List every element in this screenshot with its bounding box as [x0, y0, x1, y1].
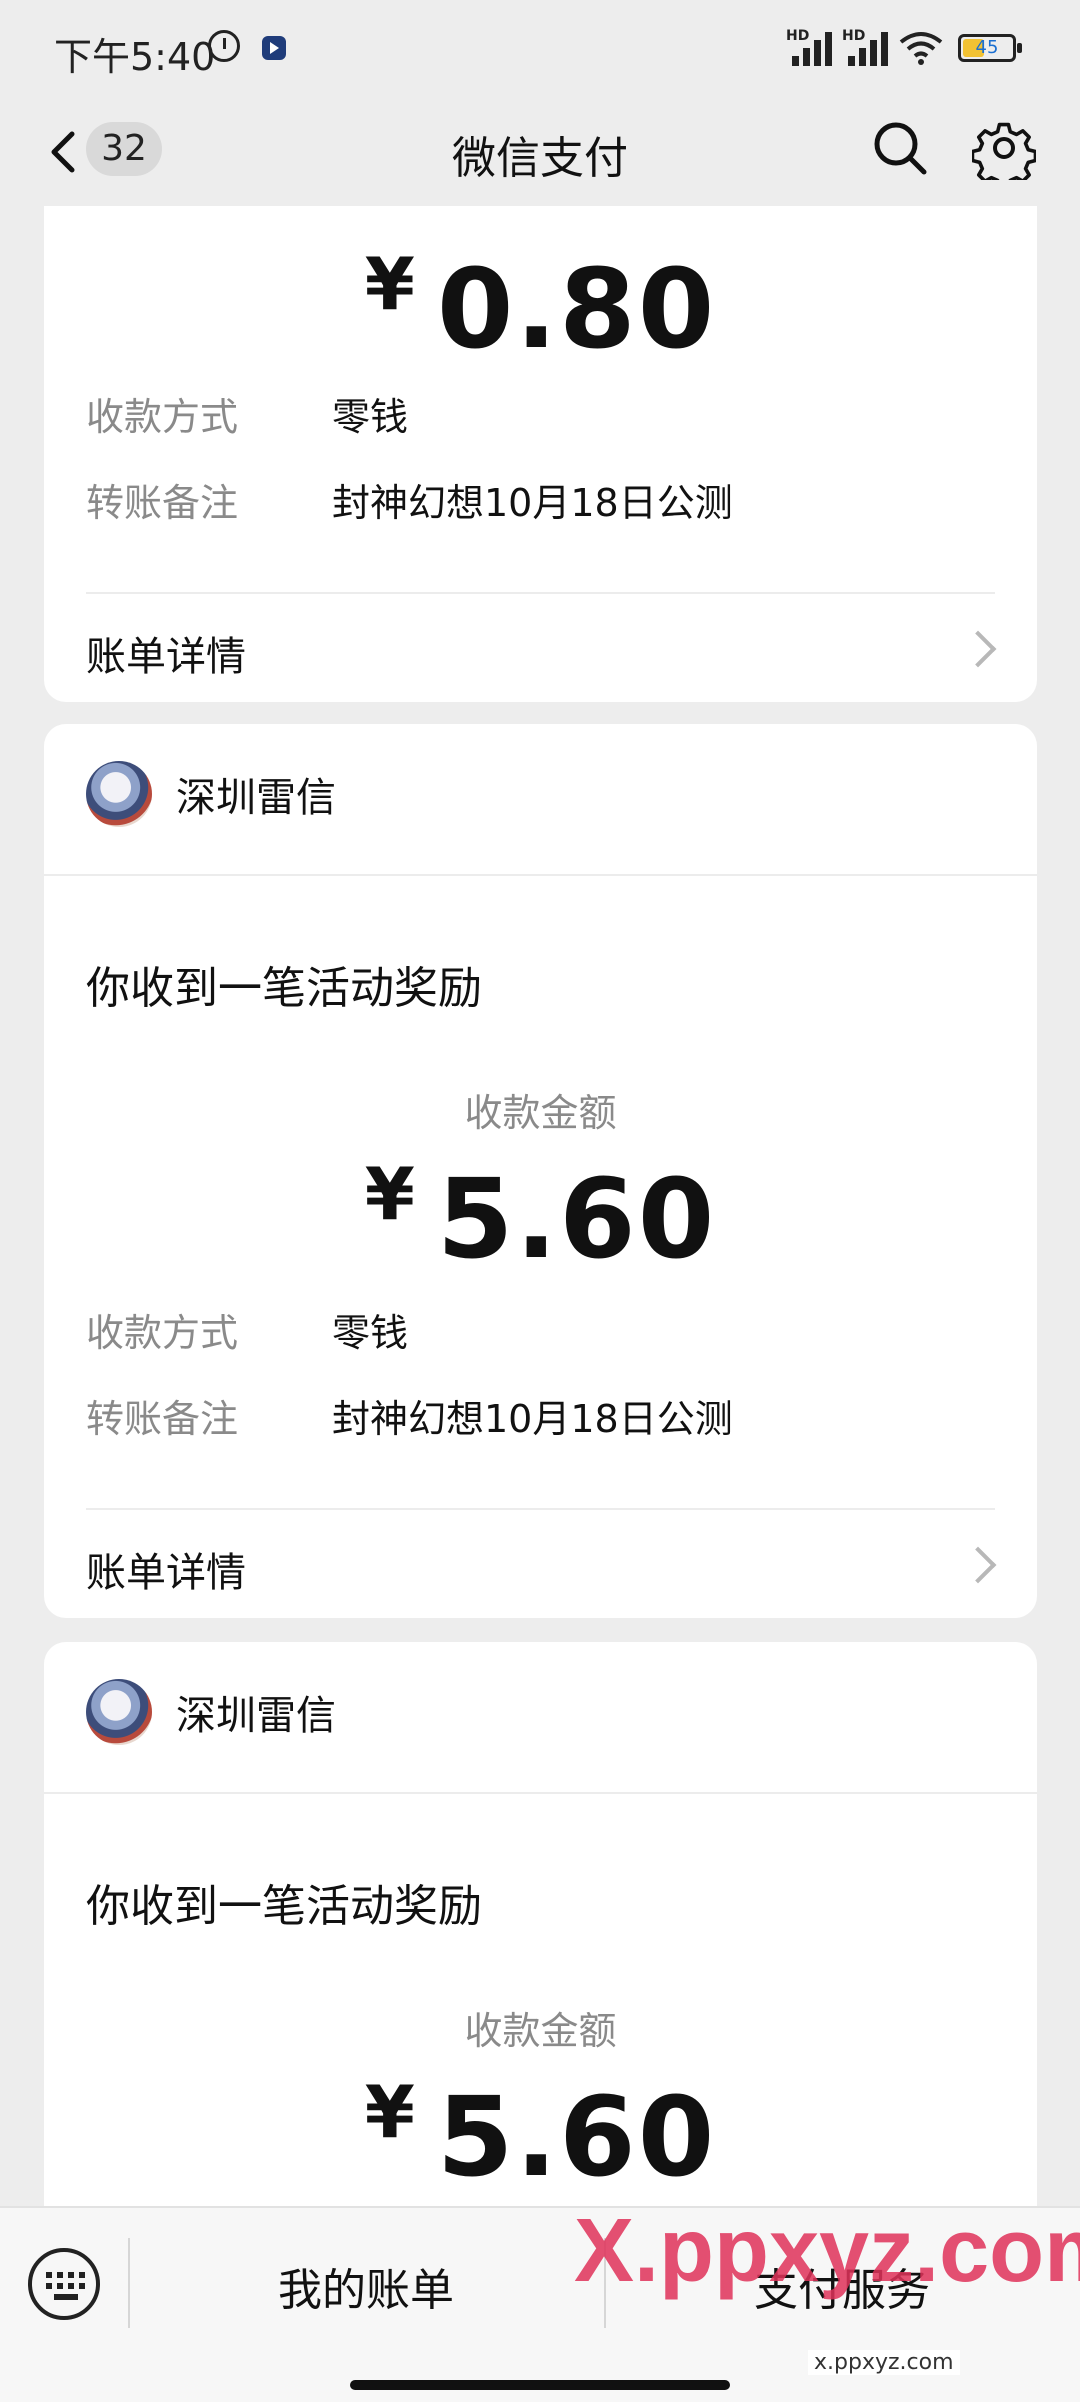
payment-card-1: ¥0.80 收款方式 零钱 转账备注 封神幻想10月18日公测 账单详情 — [44, 206, 1037, 702]
sender-name: 深圳雷信 — [176, 1693, 336, 1739]
amount-value: ¥5.60 — [364, 1152, 717, 1283]
search-icon[interactable] — [868, 116, 932, 180]
menu-my-bills[interactable]: 我的账单 — [278, 2254, 454, 2318]
note-value: 封神幻想10月18日公测 — [332, 1397, 733, 1441]
amount-label: 收款金额 — [464, 2009, 617, 2053]
watermark-url: x.ppxyz.com — [808, 2350, 960, 2375]
avatar — [86, 761, 152, 827]
battery-icon: 45 — [958, 34, 1022, 62]
amount-label: 收款金额 — [464, 1091, 617, 1135]
payment-card-2: 深圳雷信 你收到一笔活动奖励 收款金额 ¥5.60 收款方式 零钱 转账备注 封… — [44, 724, 1037, 1618]
sender-header[interactable]: 深圳雷信 — [86, 1678, 336, 1746]
signal-icon-2 — [848, 30, 896, 66]
note-value: 封神幻想10月18日公测 — [332, 481, 733, 525]
chevron-right-icon[interactable] — [959, 630, 997, 668]
app-notification-icon — [262, 36, 286, 60]
sender-name: 深圳雷信 — [176, 775, 336, 821]
note-label: 转账备注 — [86, 481, 239, 525]
watermark-logo: X.ppxyz.com — [574, 2201, 1080, 2301]
method-label: 收款方式 — [86, 1311, 239, 1355]
sender-header[interactable]: 深圳雷信 — [86, 760, 336, 828]
divider — [128, 2238, 130, 2328]
divider — [86, 1508, 995, 1510]
signal-icon — [792, 30, 840, 66]
method-value: 零钱 — [332, 1311, 409, 1355]
wifi-icon — [899, 32, 943, 65]
nav-bar: 32 微信支付 — [0, 96, 1080, 206]
divider — [44, 1792, 1037, 1794]
bill-detail-link[interactable]: 账单详情 — [86, 1540, 246, 1598]
avatar — [86, 1679, 152, 1745]
keyboard-icon[interactable] — [28, 2248, 100, 2320]
notice-headline: 你收到一笔活动奖励 — [86, 1881, 482, 1932]
alarm-icon — [208, 30, 240, 62]
note-label: 转账备注 — [86, 1397, 239, 1441]
status-bar: 下午5:40 HD HD 45 — [0, 0, 1080, 96]
method-label: 收款方式 — [86, 395, 239, 439]
status-time: 下午5:40 — [54, 35, 216, 79]
battery-level: 45 — [975, 37, 999, 58]
notice-headline: 你收到一笔活动奖励 — [86, 963, 482, 1014]
gear-icon[interactable] — [972, 116, 1036, 180]
chevron-right-icon[interactable] — [959, 1546, 997, 1584]
divider — [86, 592, 995, 594]
amount-value: ¥5.60 — [364, 2070, 717, 2201]
home-indicator[interactable] — [350, 2380, 730, 2390]
bill-detail-link[interactable]: 账单详情 — [86, 624, 246, 682]
divider — [44, 874, 1037, 876]
method-value: 零钱 — [332, 395, 409, 439]
amount-value: ¥0.80 — [364, 242, 717, 373]
